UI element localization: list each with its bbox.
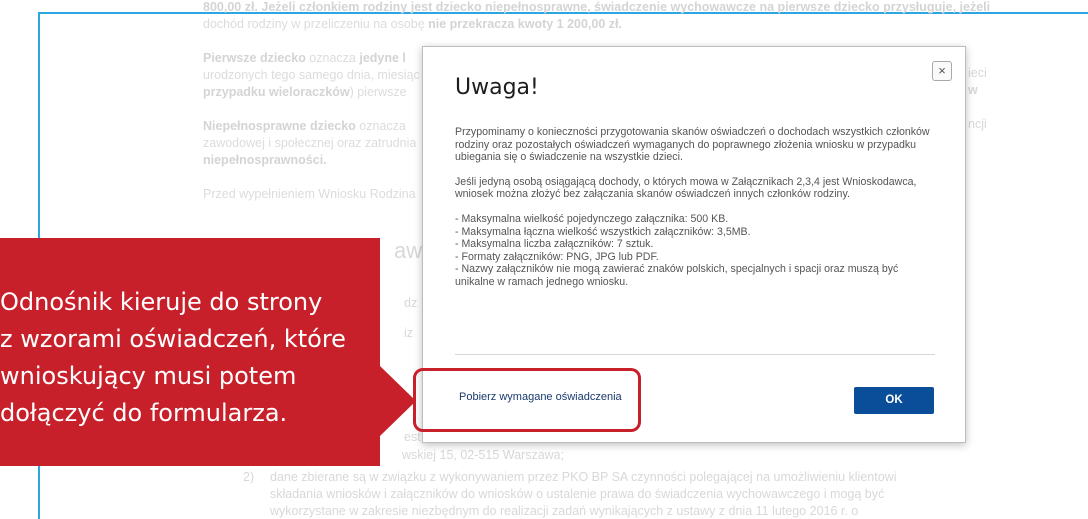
- dialog-title: Uwaga!: [455, 75, 539, 100]
- callout-line: z wzorami oświadczeń, które: [0, 325, 346, 353]
- bg-fragment-right-3: ncji: [968, 117, 987, 131]
- dialog-body: Przypominamy o konieczności przygotowani…: [455, 126, 935, 289]
- bg-item-2-line2: składania wniosków i załączników do wnio…: [270, 487, 885, 501]
- link-highlight-box: [413, 368, 641, 432]
- callout-line: Odnośnik kieruje do strony: [0, 288, 323, 316]
- dialog-paragraph-applicant: Jeśli jedyną osobą osiągającą dochody, o…: [455, 175, 917, 201]
- dialog-divider: [455, 354, 935, 355]
- ok-button[interactable]: OK: [854, 387, 934, 414]
- dialog-paragraph-scans: Przypominamy o konieczności przygotowani…: [455, 126, 930, 164]
- bg-line-2: dochód rodziny w przeliczeniu na osobę n…: [203, 17, 622, 31]
- callout-text: Odnośnik kieruje do strony z wzorami ośw…: [0, 284, 366, 432]
- bg-item-2-line3: wykorzystane w zakresie niezbędnym do re…: [270, 504, 859, 518]
- rule-item: - Maksymalna wielkość pojedynczego załąc…: [455, 212, 729, 225]
- attachment-rules-list: - Maksymalna wielkość pojedynczego załąc…: [455, 213, 935, 289]
- bg-heading-fragment: aw: [394, 238, 423, 263]
- rule-item: - Formaty załączników: PNG, JPG lub PDF.: [455, 250, 659, 263]
- close-button[interactable]: ×: [932, 61, 952, 81]
- bg-fragment-iz: iz: [404, 326, 414, 340]
- bg-item-2-line1: dane zbierane są w związku z wykonywanie…: [270, 470, 897, 484]
- callout-line: wnioskujący musi potem: [0, 362, 297, 390]
- callout-arrow: [380, 366, 416, 436]
- rule-item: - Maksymalna łączna wielkość wszystkich …: [455, 225, 751, 238]
- close-icon: ×: [938, 63, 946, 78]
- bg-fragment-right-2: w: [968, 83, 978, 97]
- bg-line-1: 800,00 zł. Jeżeli członkiem rodziny jest…: [203, 0, 991, 14]
- bg-fragment-dz: dz: [404, 296, 418, 310]
- bg-item-2-number: 2): [243, 470, 255, 484]
- bg-fragment-right-1: ieci: [968, 66, 987, 80]
- rule-item: - Maksymalna liczba załączników: 7 sztuk…: [455, 238, 654, 251]
- bg-address: wskiej 15, 02-515 Warszawa;: [402, 448, 565, 462]
- rule-item: - Nazwy załączników nie mogą zawierać zn…: [455, 263, 899, 288]
- callout-line: dołączyć do formularza.: [0, 399, 288, 427]
